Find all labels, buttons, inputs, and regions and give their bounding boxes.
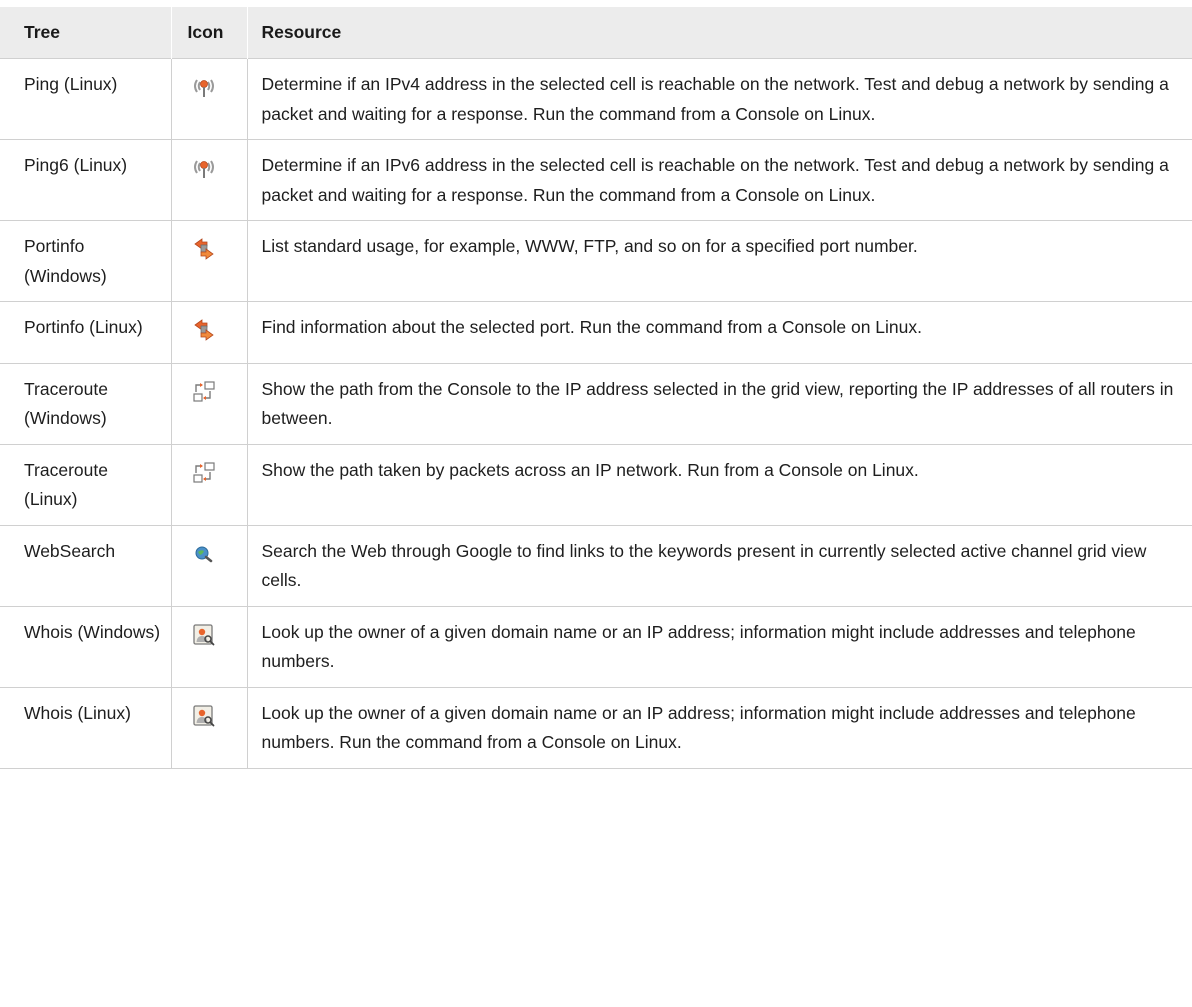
ping-icon bbox=[190, 74, 218, 100]
table-row: Ping (Linux) Determine if an IPv4 addres… bbox=[0, 58, 1192, 140]
traceroute-icon bbox=[190, 460, 218, 486]
ping-icon bbox=[190, 155, 218, 181]
resource-cell: Search the Web through Google to find li… bbox=[247, 524, 1192, 606]
icon-cell bbox=[171, 686, 248, 769]
tree-cell: WebSearch bbox=[0, 524, 172, 606]
websearch-icon bbox=[190, 541, 218, 567]
icon-cell bbox=[171, 58, 248, 140]
resource-cell: Determine if an IPv4 address in the sele… bbox=[247, 58, 1192, 140]
table-body: Ping (Linux) Determine if an IPv4 addres… bbox=[0, 58, 1192, 769]
resource-cell: Look up the owner of a given domain name… bbox=[247, 605, 1192, 687]
resource-cell: Look up the owner of a given domain name… bbox=[247, 686, 1192, 769]
icon-cell bbox=[171, 605, 248, 687]
resource-cell: Determine if an IPv6 address in the sele… bbox=[247, 139, 1192, 221]
resource-cell: Show the path taken by packets across an… bbox=[247, 443, 1192, 525]
tree-cell: Portinfo (Linux) bbox=[0, 301, 172, 363]
resource-cell: Show the path from the Console to the IP… bbox=[247, 362, 1192, 444]
table-row: Ping6 (Linux) Determine if an IPv6 addre… bbox=[0, 139, 1192, 221]
icon-cell bbox=[171, 524, 248, 606]
table-row: Portinfo (Windows) List standard usage, … bbox=[0, 220, 1192, 302]
resource-cell: Find information about the selected port… bbox=[247, 301, 1192, 363]
header-row: Tree Icon Resource bbox=[0, 7, 1192, 59]
traceroute-icon bbox=[190, 379, 218, 405]
icon-cell bbox=[171, 443, 248, 525]
tree-cell: Whois (Windows) bbox=[0, 605, 172, 687]
icon-cell bbox=[171, 220, 248, 302]
portinfo-icon bbox=[190, 317, 218, 343]
tree-cell: Traceroute (Linux) bbox=[0, 443, 172, 525]
resource-table: Tree Icon Resource Ping (Linux) Determin… bbox=[0, 7, 1192, 769]
table-row: WebSearch Search the Web through Google … bbox=[0, 524, 1192, 606]
table-row: Whois (Linux) Look up the owner of a giv… bbox=[0, 686, 1192, 769]
portinfo-icon bbox=[190, 236, 218, 262]
table-row: Traceroute (Linux) Show the path taken b… bbox=[0, 443, 1192, 525]
table-row: Portinfo (Linux) Find information about … bbox=[0, 301, 1192, 363]
icon-cell bbox=[171, 362, 248, 444]
whois-icon bbox=[190, 703, 218, 729]
table-row: Whois (Windows) Look up the owner of a g… bbox=[0, 605, 1192, 687]
icon-cell bbox=[171, 139, 248, 221]
header-tree: Tree bbox=[0, 7, 172, 59]
header-icon: Icon bbox=[171, 7, 248, 59]
whois-icon bbox=[190, 622, 218, 648]
table-header: Tree Icon Resource bbox=[0, 7, 1192, 59]
tree-cell: Whois (Linux) bbox=[0, 686, 172, 769]
icon-cell bbox=[171, 301, 248, 363]
tree-cell: Ping6 (Linux) bbox=[0, 139, 172, 221]
tree-cell: Traceroute (Windows) bbox=[0, 362, 172, 444]
header-resource: Resource bbox=[247, 7, 1192, 59]
tree-cell: Ping (Linux) bbox=[0, 58, 172, 140]
resource-cell: List standard usage, for example, WWW, F… bbox=[247, 220, 1192, 302]
table-row: Traceroute (Windows) Show the path from … bbox=[0, 362, 1192, 444]
tree-cell: Portinfo (Windows) bbox=[0, 220, 172, 302]
